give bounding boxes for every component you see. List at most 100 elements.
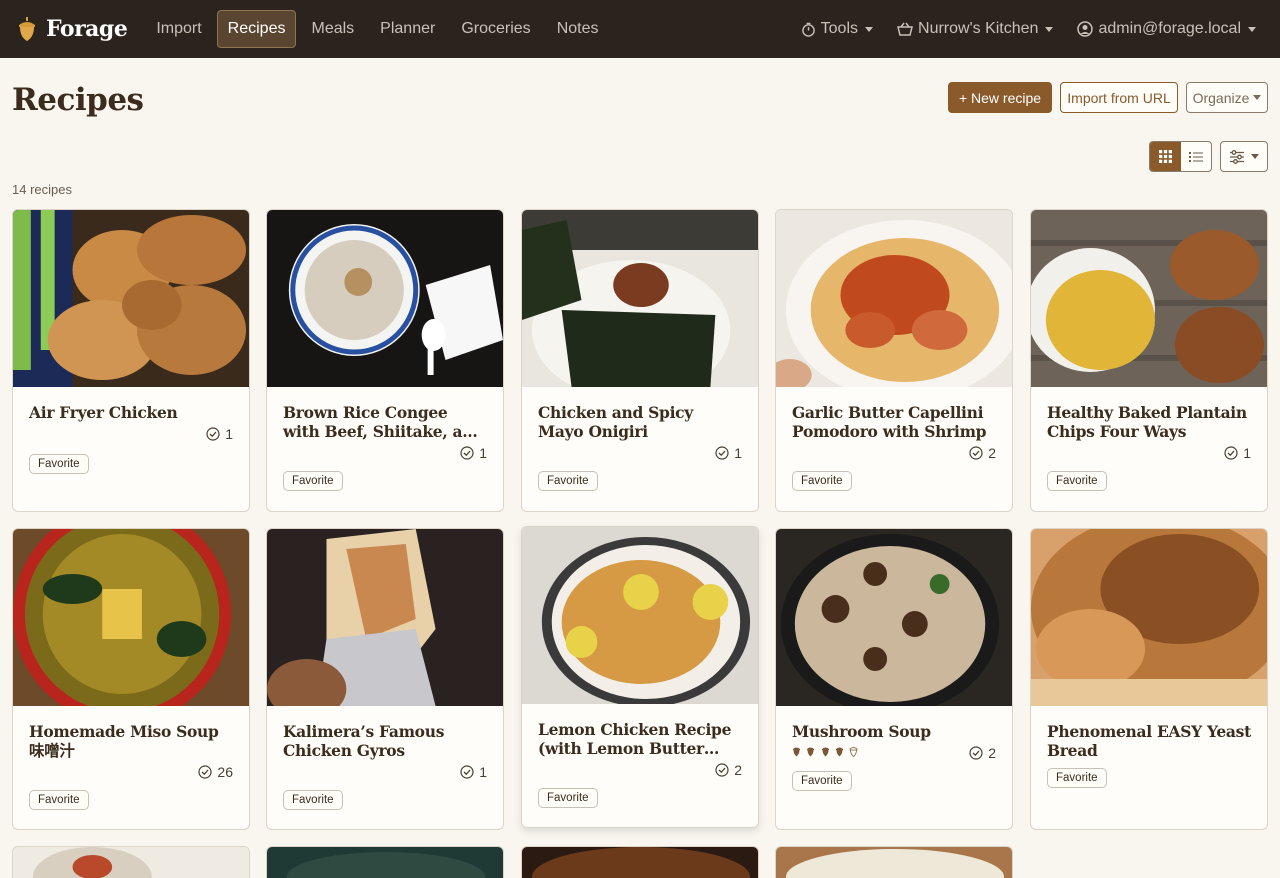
nav-import[interactable]: Import xyxy=(145,10,212,48)
favorite-tag[interactable]: Favorite xyxy=(538,788,598,808)
recipe-card[interactable] xyxy=(775,846,1013,878)
tools-label: Tools xyxy=(820,20,859,37)
rating-acorns xyxy=(792,746,858,760)
organize-label: Organize xyxy=(1192,89,1250,106)
times-made: 1 xyxy=(460,445,487,461)
times-made: 2 xyxy=(969,745,996,761)
recipe-photo xyxy=(522,847,758,878)
nav-recipes[interactable]: Recipes xyxy=(216,10,297,48)
favorite-tag[interactable]: Favorite xyxy=(792,471,852,491)
acorn-logo-icon xyxy=(19,17,35,41)
times-made-count: 2 xyxy=(988,745,996,761)
check-circle-icon xyxy=(715,763,729,777)
filter-dropdown[interactable] xyxy=(1220,141,1268,172)
tools-dropdown[interactable]: Tools xyxy=(801,20,874,38)
recipe-photo xyxy=(13,529,249,706)
recipe-title: Chicken and Spicy Mayo Onigiri xyxy=(538,403,694,441)
basket-icon xyxy=(897,22,913,36)
recipe-card[interactable] xyxy=(521,846,759,878)
chevron-down-icon xyxy=(1045,26,1054,32)
chevron-down-icon xyxy=(1253,95,1262,100)
list-icon xyxy=(1188,151,1203,162)
times-made-count: 26 xyxy=(217,764,233,780)
times-made: 1 xyxy=(715,445,742,461)
acorn-filled-icon xyxy=(807,747,815,757)
recipe-photo xyxy=(776,529,1012,706)
recipe-card[interactable]: Healthy Baked Plantain Chips Four Ways 1… xyxy=(1030,209,1268,512)
list-view-button[interactable] xyxy=(1181,142,1212,171)
favorite-tag[interactable]: Favorite xyxy=(1047,471,1107,491)
favorite-tag[interactable]: Favorite xyxy=(538,471,598,491)
nav-meals[interactable]: Meals xyxy=(300,10,365,48)
recipe-card[interactable]: Air Fryer Chicken Wings 1 Favorite xyxy=(12,209,250,512)
times-made-count: 2 xyxy=(988,445,996,461)
recipe-title: Phenomenal EASY Yeast Bread xyxy=(1047,722,1251,760)
recipe-title: Mushroom Soup xyxy=(792,722,931,741)
recipe-photo xyxy=(1031,529,1267,706)
favorite-tag[interactable]: Favorite xyxy=(792,771,852,791)
recipe-card[interactable]: Kalimera’s Famous Chicken Gyros 1 Favori… xyxy=(266,528,504,830)
grid-icon xyxy=(1158,150,1172,163)
recipe-title: Healthy Baked Plantain Chips Four Ways xyxy=(1047,403,1247,441)
check-circle-icon xyxy=(1224,446,1238,460)
nav-groceries[interactable]: Groceries xyxy=(450,10,541,48)
check-circle-icon xyxy=(969,746,983,760)
recipe-card[interactable]: Chicken and Spicy Mayo Onigiri 1 Favorit… xyxy=(521,209,759,512)
times-made: 2 xyxy=(715,762,742,778)
recipe-title: Kalimera’s Famous Chicken Gyros xyxy=(283,722,445,760)
times-made: 26 xyxy=(198,764,233,780)
user-dropdown[interactable]: admin@forage.local xyxy=(1077,20,1256,38)
recipe-photo xyxy=(267,529,503,706)
acorn-filled-icon xyxy=(836,747,844,757)
new-recipe-button[interactable]: + New recipe xyxy=(948,82,1052,113)
recipe-photo xyxy=(13,847,249,878)
acorn-empty-icon xyxy=(849,747,858,758)
recipe-card[interactable] xyxy=(266,846,504,878)
kitchen-label: Nurrow's Kitchen xyxy=(918,20,1039,37)
times-made-count: 1 xyxy=(479,445,487,461)
recipe-title: Lemon Chicken Recipe (with Lemon Butter… xyxy=(538,720,732,758)
recipe-photo xyxy=(267,847,503,878)
recipe-title: Homemade Miso Soup 味噌汁 xyxy=(29,722,219,760)
check-circle-icon xyxy=(206,427,220,441)
favorite-tag[interactable]: Favorite xyxy=(1047,768,1107,788)
view-toggle xyxy=(1149,141,1212,172)
recipe-card[interactable]: Mushroom Soup 2 Favorite xyxy=(775,528,1013,830)
recipe-title: Brown Rice Congee with Beef, Shiitake, a… xyxy=(283,403,484,441)
favorite-tag[interactable]: Favorite xyxy=(29,454,89,474)
favorite-tag[interactable]: Favorite xyxy=(283,790,343,810)
favorite-tag[interactable]: Favorite xyxy=(283,471,343,491)
times-made-count: 1 xyxy=(225,426,233,442)
nav-planner[interactable]: Planner xyxy=(369,10,446,48)
check-circle-icon xyxy=(460,446,474,460)
recipe-title: Air Fryer Chicken Wings xyxy=(29,403,178,422)
recipe-card[interactable]: Lemon Chicken Recipe (with Lemon Butter…… xyxy=(521,526,759,828)
check-circle-icon xyxy=(969,446,983,460)
brand[interactable]: Forage xyxy=(16,15,128,43)
recipe-card[interactable]: Phenomenal EASY Yeast Bread Favorite xyxy=(1030,528,1268,830)
check-circle-icon xyxy=(460,765,474,779)
organize-dropdown[interactable]: Organize xyxy=(1186,82,1268,113)
acorn-filled-icon xyxy=(793,747,800,757)
nav-notes[interactable]: Notes xyxy=(546,10,610,48)
times-made-count: 2 xyxy=(734,762,742,778)
check-circle-icon xyxy=(715,446,729,460)
kitchen-dropdown[interactable]: Nurrow's Kitchen xyxy=(897,20,1054,38)
times-made: 1 xyxy=(1224,445,1251,461)
import-from-url-button[interactable]: Import from URL xyxy=(1060,82,1178,113)
user-label: admin@forage.local xyxy=(1098,20,1241,37)
recipe-photo xyxy=(267,210,503,387)
recipe-photo xyxy=(776,847,1012,878)
times-made: 2 xyxy=(969,445,996,461)
recipe-card[interactable]: Garlic Butter Capellini Pomodoro with Sh… xyxy=(775,209,1013,512)
grid-view-button[interactable] xyxy=(1150,142,1181,171)
recipe-card[interactable] xyxy=(12,846,250,878)
recipe-card[interactable]: Brown Rice Congee with Beef, Shiitake, a… xyxy=(266,209,504,512)
recipe-photo xyxy=(1031,210,1267,387)
favorite-tag[interactable]: Favorite xyxy=(29,790,89,810)
page-title: Recipes xyxy=(12,82,144,118)
recipe-card[interactable]: Homemade Miso Soup 味噌汁 26 Favorite xyxy=(12,528,250,830)
times-made-count: 1 xyxy=(734,445,742,461)
chevron-down-icon xyxy=(1251,154,1259,159)
recipe-photo xyxy=(522,527,758,704)
